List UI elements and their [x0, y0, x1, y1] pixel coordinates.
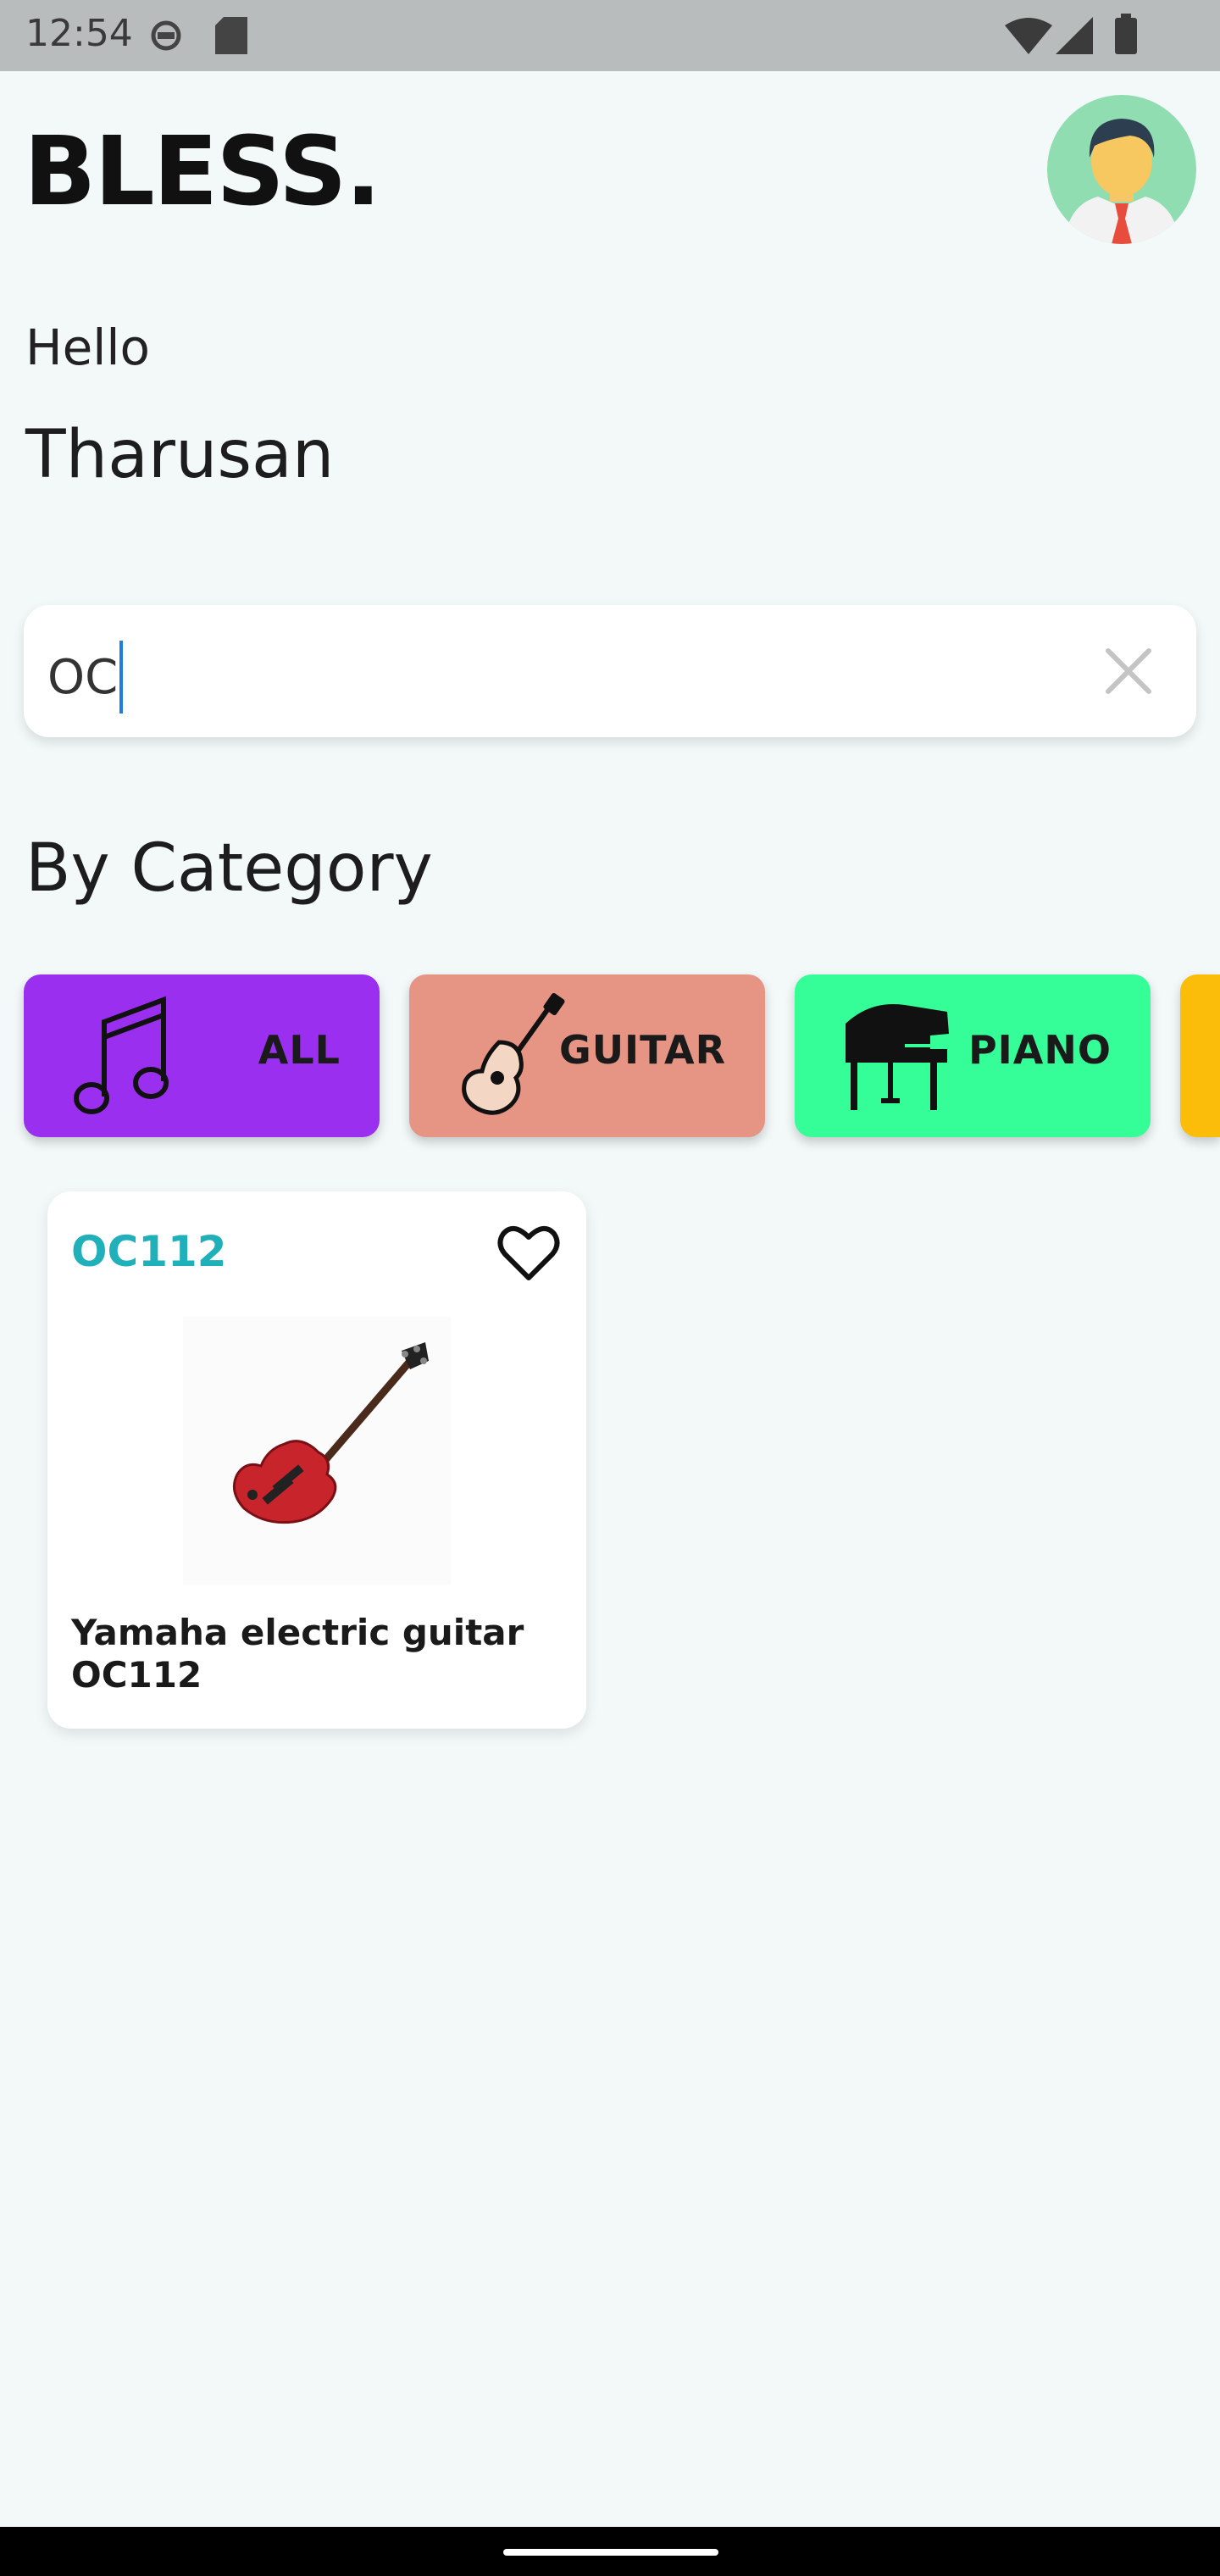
clear-icon[interactable] — [1100, 642, 1157, 700]
category-list: ALL GUITAR PIANO — [0, 974, 1220, 1144]
cell-signal-icon — [1056, 17, 1093, 54]
guitar-icon — [462, 993, 565, 1115]
home-indicator[interactable] — [503, 2549, 718, 2556]
app-logo: BLESS. — [24, 117, 381, 227]
category-label: ALL — [258, 1027, 341, 1073]
category-all[interactable]: ALL — [24, 974, 380, 1137]
section-title-category: By Category — [25, 830, 433, 907]
search-value-container[interactable]: OC — [47, 641, 124, 713]
category-label: PIANO — [968, 1027, 1112, 1073]
user-name: Tharusan — [25, 417, 335, 493]
battery-icon — [1115, 14, 1137, 54]
status-time: 12:54 — [25, 12, 133, 55]
text-cursor — [119, 641, 124, 713]
greeting-hello: Hello — [25, 319, 151, 376]
category-guitar[interactable]: GUITAR — [409, 974, 765, 1137]
category-label: GUITAR — [558, 1027, 726, 1073]
status-bar: 12:54 — [0, 0, 1220, 71]
electric-guitar-icon — [232, 1342, 429, 1524]
avatar[interactable] — [1047, 95, 1196, 244]
heart-outline-icon[interactable] — [496, 1224, 561, 1283]
category-piano[interactable]: PIANO — [795, 974, 1151, 1137]
search-input[interactable]: OC — [24, 605, 1196, 737]
piano-icon — [846, 1003, 949, 1110]
vpn-icon — [151, 20, 181, 51]
sd-card-icon — [215, 17, 247, 54]
product-image — [183, 1317, 451, 1585]
music-note-icon — [74, 996, 169, 1114]
wifi-icon — [1005, 18, 1052, 54]
product-name: Yamaha electric guitar OC112 — [71, 1612, 524, 1696]
system-nav-bar — [0, 2527, 1220, 2576]
category-more[interactable] — [1180, 974, 1220, 1137]
search-value: OC — [47, 649, 119, 705]
user-avatar-icon — [1064, 119, 1179, 244]
product-card[interactable]: OC112 Yamaha electric guitar OC112 — [47, 1191, 586, 1729]
product-code: OC112 — [71, 1227, 227, 1276]
